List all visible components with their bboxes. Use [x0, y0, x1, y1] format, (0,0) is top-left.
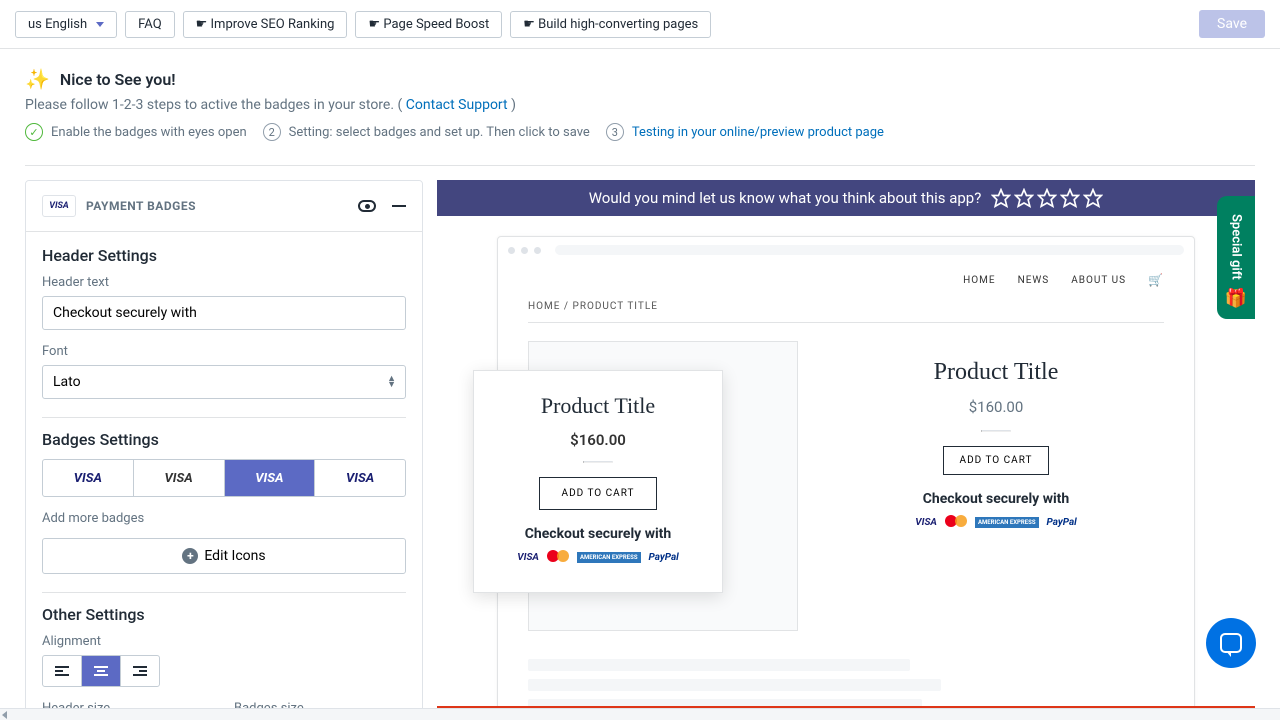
- contact-support-link[interactable]: Contact Support: [406, 97, 508, 113]
- pagespeed-button[interactable]: ☛ Page Speed Boost: [355, 11, 502, 38]
- alignment-label: Alignment: [42, 634, 406, 649]
- language-select[interactable]: us English: [15, 11, 117, 38]
- badge-style-4[interactable]: VISA: [315, 460, 405, 496]
- align-left[interactable]: [43, 656, 82, 686]
- gift-icon: 🎁: [1225, 288, 1247, 309]
- visa-icon: VISA: [915, 517, 937, 528]
- nav-about[interactable]: ABOUT US: [1071, 275, 1126, 286]
- popup-add-to-cart[interactable]: ADD TO CART: [539, 477, 658, 510]
- collapse-icon[interactable]: [392, 205, 406, 207]
- star-icon[interactable]: [1060, 188, 1080, 208]
- popup-product-title: Product Title: [492, 393, 704, 419]
- amex-icon: AMERICAN EXPRESS: [975, 517, 1039, 528]
- amex-icon: AMERICAN EXPRESS: [577, 552, 641, 563]
- rating-bar[interactable]: Would you mind let us know what you thin…: [437, 180, 1255, 216]
- top-toolbar: us English FAQ ☛ Improve SEO Ranking ☛ P…: [0, 0, 1280, 49]
- store-nav: HOME NEWS ABOUT US 🛒: [498, 263, 1194, 297]
- preview-pane: Would you mind let us know what you thin…: [437, 180, 1255, 716]
- badges-settings-title: Badges Settings: [42, 430, 406, 449]
- add-to-cart-button[interactable]: ADD TO CART: [943, 446, 1050, 475]
- step-3: 3 Testing in your online/preview product…: [606, 123, 884, 141]
- header-text-input[interactable]: [42, 296, 406, 330]
- step-1: ✓ Enable the badges with eyes open: [25, 123, 247, 141]
- popup-payment-icons: VISA AMERICAN EXPRESS PayPal: [492, 550, 704, 564]
- star-icon[interactable]: [1014, 188, 1034, 208]
- visibility-toggle-icon[interactable]: [358, 200, 376, 212]
- intro-subtitle: Please follow 1-2-3 steps to active the …: [25, 97, 1255, 113]
- rating-text: Would you mind let us know what you thin…: [589, 189, 982, 207]
- step-2: 2 Setting: select badges and set up. The…: [263, 123, 590, 141]
- sparkle-icon: ✨: [25, 67, 50, 91]
- paypal-icon: PayPal: [1047, 517, 1077, 528]
- checkout-header: Checkout securely with: [828, 491, 1164, 507]
- sidebar-card-title: PAYMENT BADGES: [86, 199, 196, 213]
- header-settings-title: Header Settings: [42, 246, 406, 265]
- align-right[interactable]: [121, 656, 159, 686]
- product-title: Product Title: [828, 359, 1164, 386]
- check-icon: ✓: [25, 123, 43, 141]
- badge-style-2[interactable]: VISA: [134, 460, 225, 496]
- payment-icons: VISA AMERICAN EXPRESS PayPal: [828, 515, 1164, 529]
- star-icon[interactable]: [1037, 188, 1057, 208]
- chat-icon: [1220, 633, 1242, 653]
- cart-icon[interactable]: 🛒: [1148, 273, 1164, 287]
- faq-button[interactable]: FAQ: [125, 11, 174, 38]
- badge-style-picker: VISA VISA VISA VISA: [42, 459, 406, 497]
- chat-fab[interactable]: [1206, 618, 1256, 668]
- special-gift-tab[interactable]: Special gift 🎁: [1217, 196, 1255, 319]
- horizontal-scrollbar[interactable]: [0, 708, 1280, 720]
- align-center[interactable]: [82, 656, 121, 686]
- nav-news[interactable]: NEWS: [1018, 275, 1050, 286]
- rating-stars[interactable]: [991, 188, 1103, 208]
- font-select[interactable]: Lato: [42, 365, 406, 399]
- popup-checkout-header: Checkout securely with: [492, 526, 704, 542]
- save-button[interactable]: Save: [1199, 10, 1265, 38]
- popup-price: $160.00: [492, 431, 704, 449]
- other-settings-title: Other Settings: [42, 605, 406, 624]
- product-popup-preview: Product Title $160.00 ADD TO CART Checko…: [473, 370, 723, 593]
- product-price: $160.00: [828, 398, 1164, 416]
- font-label: Font: [42, 344, 406, 359]
- add-more-badges-label: Add more badges: [42, 511, 406, 526]
- nav-home[interactable]: HOME: [963, 275, 995, 286]
- seo-button[interactable]: ☛ Improve SEO Ranking: [183, 11, 348, 38]
- testing-link[interactable]: Testing in your online/preview product p…: [632, 125, 884, 140]
- mastercard-icon: [945, 515, 967, 529]
- plus-icon: +: [182, 548, 198, 564]
- alignment-picker: [42, 655, 160, 687]
- mastercard-icon: [547, 550, 569, 564]
- settings-sidebar: VISA PAYMENT BADGES Header Settings Head…: [25, 180, 423, 716]
- badge-style-3[interactable]: VISA: [225, 460, 316, 496]
- breadcrumb: HOME / PRODUCT TITLE: [498, 297, 1194, 316]
- badge-style-1[interactable]: VISA: [43, 460, 134, 496]
- edit-icons-button[interactable]: + Edit Icons: [42, 538, 406, 574]
- visa-logo-icon: VISA: [42, 195, 76, 217]
- paypal-icon: PayPal: [649, 552, 679, 563]
- visa-icon: VISA: [517, 552, 539, 563]
- intro-section: ✨ Nice to See you! Please follow 1-2-3 s…: [0, 49, 1280, 153]
- pages-button[interactable]: ☛ Build high-converting pages: [510, 11, 711, 38]
- step3-icon: 3: [606, 123, 624, 141]
- header-text-label: Header text: [42, 275, 406, 290]
- intro-title: Nice to See you!: [60, 70, 176, 89]
- star-icon[interactable]: [991, 188, 1011, 208]
- step2-icon: 2: [263, 123, 281, 141]
- star-icon[interactable]: [1083, 188, 1103, 208]
